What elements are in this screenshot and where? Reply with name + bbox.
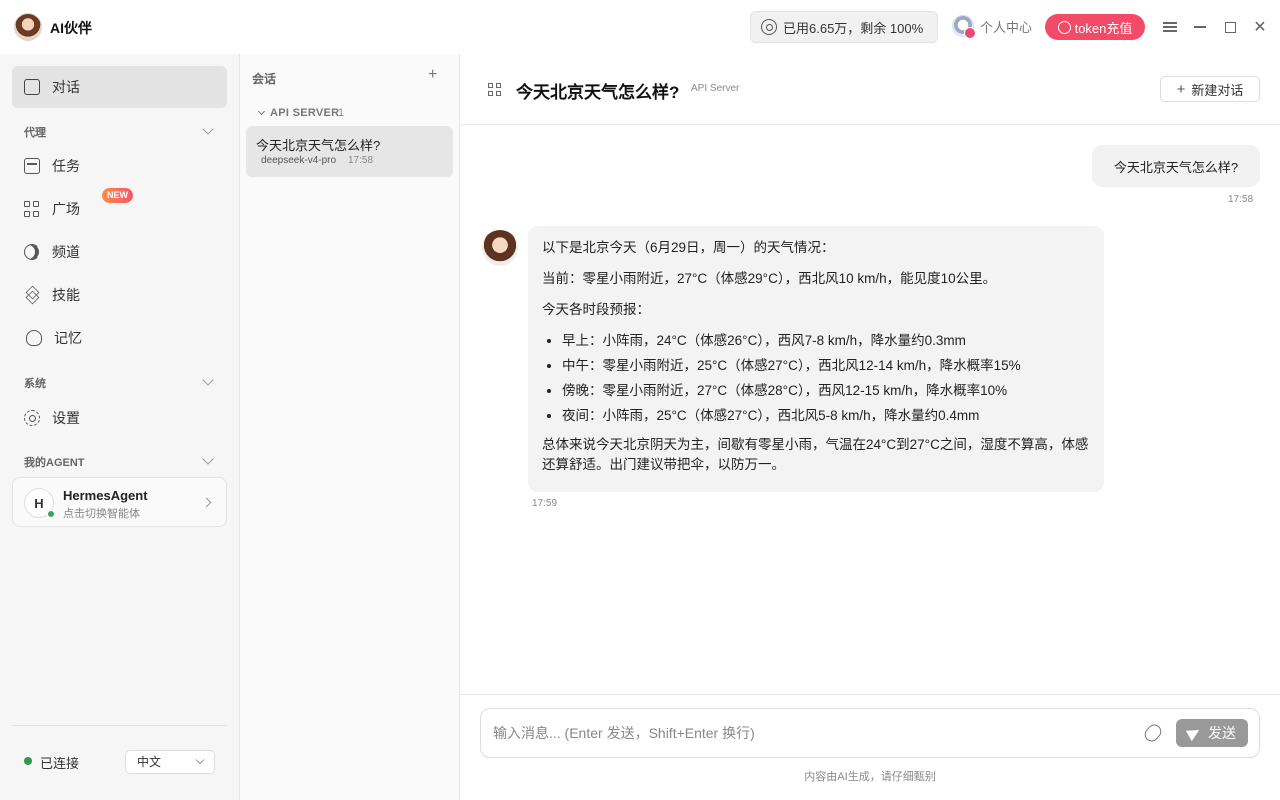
usage-indicator[interactable]: 已用6.65万，剩余 100% xyxy=(750,11,938,43)
sidebar-item-chat[interactable]: 对话 xyxy=(12,66,227,108)
session-time: 17:58 xyxy=(348,155,374,166)
sidebar-item-settings[interactable]: 设置 xyxy=(12,397,227,439)
new-badge: NEW xyxy=(102,188,133,203)
message-paragraph: 以下是北京今天（6月29日，周一）的天气情况： xyxy=(542,240,835,255)
sidebar-item-label: 广场 xyxy=(52,201,80,217)
connection-status-dot xyxy=(24,757,32,765)
chevron-down-icon[interactable] xyxy=(202,374,214,386)
send-button[interactable]: 发送 xyxy=(1176,719,1248,747)
chat-source-tag: API Server xyxy=(691,83,740,94)
profile-avatar xyxy=(952,15,976,39)
agent-name: HermesAgent xyxy=(63,488,148,503)
new-chat-label: 新建对话 xyxy=(1191,82,1244,98)
app-logo-avatar xyxy=(14,13,42,41)
paperclip-icon[interactable] xyxy=(1141,721,1165,745)
assistant-avatar xyxy=(482,230,518,266)
sidebar-item-label: 技能 xyxy=(52,287,80,303)
user-message-time: 17:58 xyxy=(1228,194,1254,205)
chat-header: 今天北京天气怎么样? API Server + 新建对话 xyxy=(460,54,1280,125)
chevron-down-icon[interactable] xyxy=(202,123,214,135)
sidebar-item-memory[interactable]: 记忆 xyxy=(12,317,227,359)
sidebar-item-label: 对话 xyxy=(52,79,80,95)
list-item: 夜间：小阵雨，25°C（体感27°C），西北风5-8 km/h，降水量约0.4m… xyxy=(562,406,1090,426)
grid-icon xyxy=(24,201,40,217)
sessions-title: 会话 xyxy=(252,72,277,86)
connection-status: 已连接 xyxy=(40,756,80,771)
usage-icon xyxy=(761,19,777,35)
send-icon xyxy=(1185,724,1203,742)
sidebar-item-label: 任务 xyxy=(52,158,80,174)
maximize-icon[interactable] xyxy=(1220,17,1240,37)
language-value: 中文 xyxy=(137,755,162,769)
send-label: 发送 xyxy=(1208,725,1236,741)
composer: 发送 xyxy=(480,708,1260,758)
chevron-down-icon xyxy=(195,755,205,765)
session-title: 今天北京天气怎么样? xyxy=(256,138,381,153)
session-group-label[interactable]: API SERVER xyxy=(270,107,339,119)
calendar-icon xyxy=(24,158,40,174)
section-label-my-agent: 我的AGENT xyxy=(24,457,85,469)
composer-area: 发送 内容由AI生成，请仔细甄别 xyxy=(460,694,1280,800)
gear-icon xyxy=(24,410,40,426)
sidebar-item-label: 频道 xyxy=(52,244,80,260)
menu-icon[interactable] xyxy=(1160,17,1180,37)
sidebar-item-skills[interactable]: 技能 xyxy=(12,274,227,316)
usage-text: 已用6.65万，剩余 100% xyxy=(783,20,924,36)
moon-icon xyxy=(24,244,40,260)
plus-icon: + xyxy=(1176,80,1186,98)
layers-icon xyxy=(24,287,40,303)
agent-subtitle: 点击切换智能体 xyxy=(63,508,140,520)
grid-icon[interactable] xyxy=(488,83,501,96)
token-recharge-label: token充值 xyxy=(1074,20,1133,36)
sidebar: 对话 代理 任务 广场 NEW 频道 技能 记忆 系统 设置 我的AGENT H… xyxy=(0,54,240,800)
minimize-icon[interactable] xyxy=(1190,17,1210,37)
chat-icon xyxy=(24,79,40,95)
forecast-list: 早上：小阵雨，24°C（体感26°C），西风7-8 km/h，降水量约0.3mm… xyxy=(562,331,1090,426)
chat-main: 今天北京天气怎么样? API Server + 新建对话 今天北京天气怎么样? … xyxy=(460,54,1280,800)
list-item: 中午：零星小雨附近，25°C（体感27°C），西北风12-14 km/h，降水概… xyxy=(562,356,1090,376)
profile-center-button[interactable]: 个人中心 xyxy=(952,15,1033,39)
session-model: deepseek-v4-pro xyxy=(261,155,337,166)
section-label-system: 系统 xyxy=(24,378,46,390)
lightbulb-icon xyxy=(26,330,42,346)
add-session-icon[interactable]: + xyxy=(428,66,437,84)
language-select[interactable]: 中文 xyxy=(125,750,215,774)
token-recharge-button[interactable]: token充值 xyxy=(1045,14,1145,40)
sidebar-item-label: 设置 xyxy=(52,410,80,426)
sidebar-divider xyxy=(12,725,227,726)
chevron-down-icon[interactable] xyxy=(202,453,214,465)
profile-label: 个人中心 xyxy=(980,19,1033,35)
chevron-down-icon[interactable] xyxy=(257,107,266,116)
chevron-right-icon xyxy=(201,497,212,508)
message-paragraph: 总体来说今天北京阴天为主，间歇有零星小雨，气温在24°C到27°C之间，湿度不算… xyxy=(542,437,1089,472)
section-label-agent: 代理 xyxy=(24,127,46,139)
list-item: 早上：小阵雨，24°C（体感26°C），西风7-8 km/h，降水量约0.3mm xyxy=(562,331,1090,351)
ai-disclaimer: 内容由AI生成，请仔细甄别 xyxy=(804,771,936,783)
session-group-count: 1 xyxy=(338,107,345,119)
message-input[interactable] xyxy=(493,721,1133,745)
list-item: 傍晚：零星小雨附近，27°C（体感28°C），西风12-15 km/h，降水概率… xyxy=(562,381,1090,401)
sidebar-item-tasks[interactable]: 任务 xyxy=(12,145,227,187)
assistant-message-time: 17:59 xyxy=(532,498,558,509)
agent-switch-card[interactable]: H HermesAgent 点击切换智能体 xyxy=(12,477,227,527)
message-paragraph: 今天各时段预报： xyxy=(542,302,650,317)
close-icon[interactable]: ✕ xyxy=(1250,17,1270,37)
app-window: AI伙伴 已用6.65万，剩余 100% 个人中心 token充值 ✕ 对话 代… xyxy=(0,0,1280,800)
app-title: AI伙伴 xyxy=(50,20,92,36)
title-bar: AI伙伴 已用6.65万，剩余 100% 个人中心 token充值 ✕ xyxy=(0,0,1280,54)
agent-online-dot xyxy=(47,510,55,518)
sessions-panel: 会话 + API SERVER 1 今天北京天气怎么样? deepseek-v4… xyxy=(240,54,460,800)
user-message-bubble: 今天北京天气怎么样? xyxy=(1092,145,1260,187)
assistant-message-bubble: 以下是北京今天（6月29日，周一）的天气情况： 当前：零星小雨附近，27°C（体… xyxy=(528,226,1104,492)
recharge-icon xyxy=(1057,20,1071,34)
session-item[interactable]: 今天北京天气怎么样? deepseek-v4-pro 17:58 xyxy=(246,126,453,177)
sidebar-item-channels[interactable]: 频道 xyxy=(12,231,227,273)
chat-title: 今天北京天气怎么样? xyxy=(516,83,680,102)
message-paragraph: 当前：零星小雨附近，27°C（体感29°C），西北风10 km/h，能见度10公… xyxy=(542,271,997,286)
new-chat-button[interactable]: + 新建对话 xyxy=(1160,76,1260,102)
sidebar-item-label: 记忆 xyxy=(54,330,82,346)
